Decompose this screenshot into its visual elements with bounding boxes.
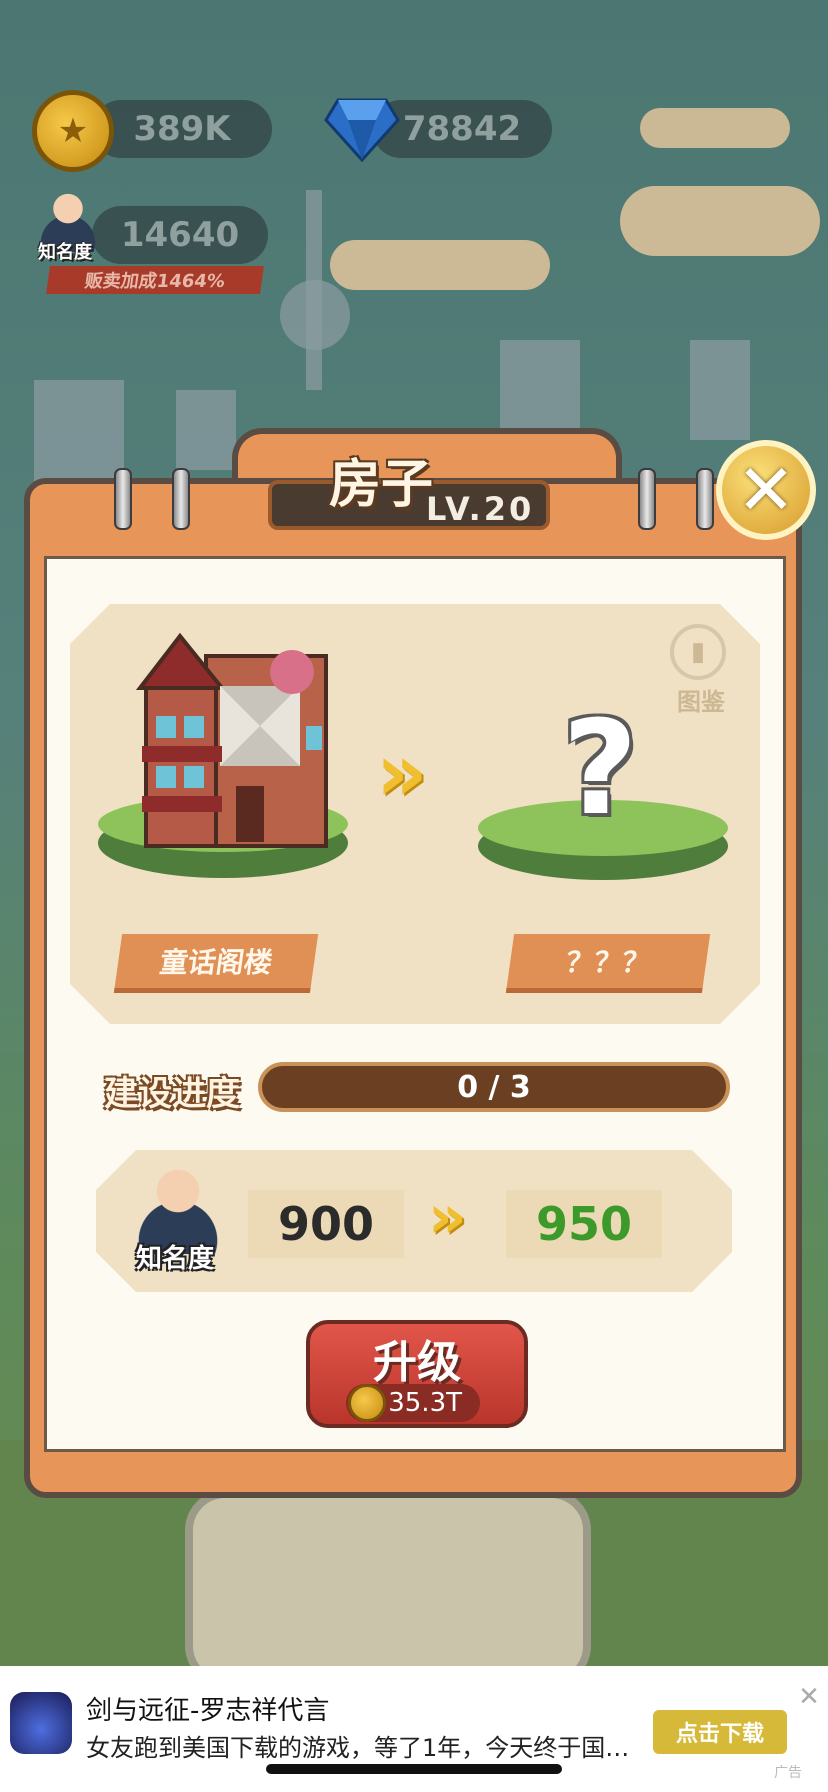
fame-current-value: 900 [277,1197,375,1251]
progress-label: 建设进度 [104,1074,240,1114]
background-building [34,380,124,490]
binder-ring [172,468,190,530]
ad-download-button[interactable]: 点击下载 [653,1710,787,1754]
ad-app-icon[interactable] [10,1692,72,1754]
gem-icon [324,98,400,162]
fame-next-value: 950 [535,1197,633,1251]
current-building-tag: 童话阁楼 [113,934,319,993]
cloud [640,108,790,148]
cloud [330,240,550,290]
ad-title[interactable]: 剑与远征-罗志祥代言 [86,1690,646,1726]
close-icon: ✕ [736,449,796,531]
double-chevron-right-icon: » [428,1182,467,1252]
coin-count: 389K [133,109,231,149]
fairy-tale-attic-building [136,632,328,848]
fame-label: 知名度 [38,242,92,263]
binder-ring [638,468,656,530]
background-building [690,340,750,440]
construction-progress-bar: 0 / 3 [258,1062,730,1112]
atlas-label: 图鉴 [677,688,725,716]
double-chevron-right-icon: » [376,726,428,819]
stone-path [185,1490,591,1686]
fame-counter: 14640 [92,206,268,264]
background-building [176,390,236,470]
sell-bonus-badge: 贩卖加成1464% [46,266,264,294]
coin-counter: 389K [92,100,272,158]
next-building-name: ？？？ [563,946,653,979]
home-indicator[interactable] [266,1764,562,1774]
cloud [620,186,820,256]
fame-current-box: 900 [248,1190,404,1258]
unknown-building-icon: ? [562,692,638,844]
sell-bonus-text: 贩卖加成1464% [83,271,227,292]
upgrade-label: 升级 [373,1337,461,1388]
ad-close-icon[interactable]: ✕ [796,1684,822,1710]
coin-icon [348,1384,386,1422]
progress-text: 0 / 3 [457,1069,531,1105]
coin-icon: ★ [32,90,114,172]
ad-tag: 广告 [774,1765,802,1781]
atlas-button[interactable]: ▮ [670,624,726,680]
ad-download-label: 点击下载 [675,1722,764,1747]
gem-count: 78842 [402,109,522,149]
fame-card-label: 知名度 [136,1244,215,1274]
fame-next-box: 950 [506,1190,662,1258]
background-tower-sphere [280,280,350,350]
current-building-name: 童话阁楼 [157,946,275,979]
ad-description[interactable]: 女友跑到美国下载的游戏，等了1年，今天终于国内上线了！ [86,1728,646,1764]
close-button[interactable]: ✕ [716,440,816,540]
upgrade-cost: 35.3T [388,1388,462,1418]
fame-count: 14640 [120,215,240,255]
next-building-tag: ？？？ [505,934,711,993]
book-icon: ▮ [690,637,706,667]
level-text: LV.20 [426,490,535,528]
binder-ring [114,468,132,530]
binder-ring [696,468,714,530]
